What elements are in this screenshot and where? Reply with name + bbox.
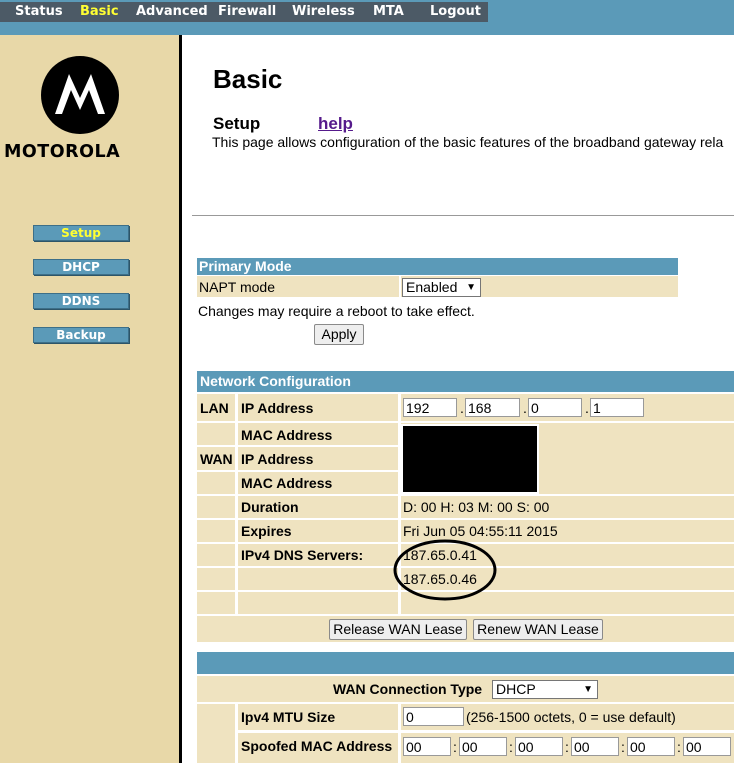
mac-colon: : xyxy=(453,739,457,755)
spoofed-mac-octet-3[interactable]: 00 xyxy=(515,737,563,756)
wan-ip-label: IP Address xyxy=(241,451,314,467)
motorola-logo-icon xyxy=(41,56,119,134)
mac-colon: : xyxy=(677,739,681,755)
lan-ip-octet-3[interactable]: 0 xyxy=(528,398,582,417)
page-title: Basic xyxy=(213,64,283,94)
primary-mode-header: Primary Mode xyxy=(197,258,678,275)
napt-mode-value: Enabled xyxy=(406,279,458,295)
row-sep xyxy=(197,518,734,520)
mac-colon: : xyxy=(509,739,513,755)
ip-dot: . xyxy=(460,400,464,416)
section-title: Setup xyxy=(213,114,261,133)
duration-label: Duration xyxy=(241,499,299,515)
row-sep xyxy=(197,470,398,472)
lan-mac-label: MAC Address xyxy=(241,427,333,443)
chevron-down-icon: ▼ xyxy=(583,684,593,695)
release-wan-lease-button[interactable]: Release WAN Lease xyxy=(329,619,467,640)
redacted-block xyxy=(401,424,539,494)
spoofed-mac-label: Spoofed MAC Address xyxy=(241,738,393,754)
row-sep xyxy=(197,421,734,423)
wan-connection-type-label: WAN Connection Type xyxy=(333,681,483,697)
mtu-size-label: Ipv4 MTU Size xyxy=(241,709,336,725)
mac-colon: : xyxy=(621,739,625,755)
divider xyxy=(192,215,734,216)
nav-status[interactable]: Status xyxy=(15,4,63,19)
nav-menu: Status Basic Advanced Firewall Wireless … xyxy=(0,2,488,22)
lan-ip-label: IP Address xyxy=(241,400,314,416)
wan-connection-type-value: DHCP xyxy=(496,681,536,697)
apply-button[interactable]: Apply xyxy=(314,324,364,345)
ip-dot: . xyxy=(523,400,527,416)
help-link[interactable]: help xyxy=(318,114,353,134)
expires-label: Expires xyxy=(241,523,292,539)
nav-logout[interactable]: Logout xyxy=(430,4,481,19)
nav-wireless[interactable]: Wireless xyxy=(292,4,355,19)
spoofed-mac-octet-2[interactable]: 00 xyxy=(459,737,507,756)
spoofed-mac-octet-1[interactable]: 00 xyxy=(403,737,451,756)
row-sep xyxy=(238,445,398,447)
top-bar: Status Basic Advanced Firewall Wireless … xyxy=(0,0,734,35)
row-sep xyxy=(197,445,236,447)
sidebar-item-ddns[interactable]: DDNS xyxy=(33,293,129,309)
nav-mta[interactable]: MTA xyxy=(373,4,404,19)
row-sep xyxy=(197,494,734,496)
wan-connection-type-select[interactable]: DHCP ▼ xyxy=(492,680,598,699)
mac-colon: : xyxy=(565,739,569,755)
renew-wan-lease-button[interactable]: Renew WAN Lease xyxy=(473,619,603,640)
napt-mode-select[interactable]: Enabled ▼ xyxy=(402,278,481,297)
chevron-down-icon: ▼ xyxy=(466,282,476,293)
ip-dot: . xyxy=(585,400,589,416)
wan-mac-label: MAC Address xyxy=(241,475,333,491)
mtu-hint: (256-1500 octets, 0 = use default) xyxy=(466,709,676,725)
sidebar-item-setup[interactable]: Setup xyxy=(33,225,129,241)
dns-label: IPv4 DNS Servers: xyxy=(241,547,364,563)
nav-advanced[interactable]: Advanced xyxy=(136,4,208,19)
mtu-size-input[interactable]: 0 xyxy=(403,707,464,726)
wan-connection-header xyxy=(197,652,734,674)
lan-ip-octet-1[interactable]: 192 xyxy=(403,398,457,417)
lan-ip-octet-4[interactable]: 1 xyxy=(590,398,644,417)
dns-highlight-circle xyxy=(393,539,497,601)
napt-mode-label: NAPT mode xyxy=(199,279,275,295)
lan-ip-octet-2[interactable]: 168 xyxy=(465,398,520,417)
sidebar-item-dhcp[interactable]: DHCP xyxy=(33,259,129,275)
sidebar-item-backup[interactable]: Backup xyxy=(33,327,129,343)
spoofed-mac-octet-5[interactable]: 00 xyxy=(627,737,675,756)
nav-basic[interactable]: Basic xyxy=(80,4,119,19)
nav-firewall[interactable]: Firewall xyxy=(218,4,276,19)
reboot-note: Changes may require a reboot to take eff… xyxy=(198,303,475,319)
spoofed-mac-octet-6[interactable]: 00 xyxy=(683,737,731,756)
sidebar-divider xyxy=(179,35,182,763)
brand-name: MOTOROLA xyxy=(4,142,121,162)
lan-label: LAN xyxy=(200,400,229,416)
grid-col-a xyxy=(197,394,235,622)
network-config-header: Network Configuration xyxy=(197,371,734,392)
wan-label: WAN xyxy=(200,451,233,467)
wan-col-a xyxy=(197,704,235,763)
duration-value: D: 00 H: 03 M: 00 S: 00 xyxy=(403,499,550,515)
page-description: This page allows configuration of the ba… xyxy=(212,134,724,150)
spoofed-mac-octet-4[interactable]: 00 xyxy=(571,737,619,756)
